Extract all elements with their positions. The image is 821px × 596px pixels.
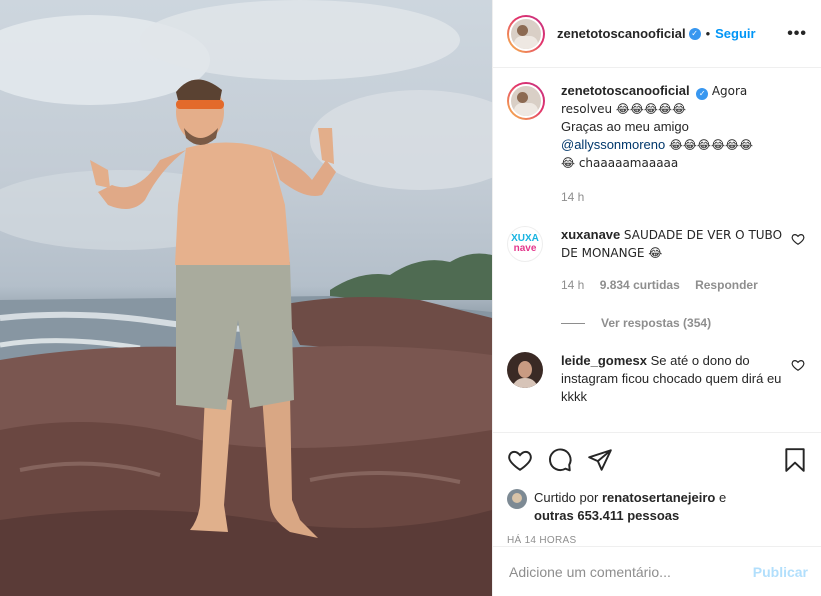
verified-icon: ✓ — [688, 27, 701, 40]
caption-time[interactable]: 14 h — [561, 190, 584, 204]
comment-time[interactable]: 14 h — [561, 278, 584, 292]
caption-mention[interactable]: @allyssonmoreno — [561, 137, 665, 152]
beach-photo — [0, 0, 492, 596]
caption-avatar[interactable] — [507, 82, 545, 120]
heart-icon[interactable] — [507, 447, 533, 473]
comments-section: zenetotoscanooficial ✓ Agora resolveu 😂😂… — [493, 68, 821, 428]
commenter-avatar[interactable]: XUXA nave — [507, 226, 543, 262]
comment-icon[interactable] — [547, 447, 573, 473]
liked-by-text: Curtido por renatosertanejeiro e outras … — [534, 489, 726, 525]
reply-button[interactable]: Responder — [695, 278, 758, 292]
avatar-logo-text-2: nave — [513, 243, 537, 254]
comment-item: leide_gomesx Se até o dono do instagram … — [507, 352, 807, 406]
caption: zenetotoscanooficial ✓ Agora resolveu 😂😂… — [507, 82, 807, 206]
caption-line-3: 😂😂😂😂😂😂 — [668, 138, 754, 152]
comment-meta: 14 h 9.834 curtidas Responder — [561, 276, 793, 294]
follow-button[interactable]: Seguir — [715, 26, 755, 41]
comment-username[interactable]: leide_gomesx — [561, 353, 647, 368]
caption-meta: 14 h — [561, 188, 793, 206]
share-icon[interactable] — [587, 447, 613, 473]
post-header: zenetotoscanooficial ✓ • Seguir ••• — [493, 0, 821, 68]
comment-input[interactable]: Adicione um comentário... — [509, 564, 671, 580]
comment-body: xuxanave SAUDADE DE VER O TUBO DE MONANG… — [561, 226, 793, 294]
comment-likes[interactable]: 9.834 curtidas — [600, 278, 680, 292]
caption-line-4: 😂 chaaaaamaaaaa — [561, 156, 679, 170]
post-photo[interactable] — [0, 0, 492, 596]
instagram-post: zenetotoscanooficial ✓ • Seguir ••• zene… — [0, 0, 821, 596]
comment-heart-icon[interactable] — [791, 358, 805, 372]
caption-username[interactable]: zenetotoscanooficial — [561, 83, 690, 98]
verified-icon: ✓ — [696, 88, 709, 100]
owner-avatar[interactable] — [507, 14, 545, 53]
comment-item: XUXA nave xuxanave SAUDADE DE VER O TUBO … — [507, 226, 807, 294]
header-separator: • — [705, 26, 711, 41]
owner-username[interactable]: zenetotoscanooficial — [557, 26, 686, 41]
view-replies-button[interactable]: Ver respostas (354) — [561, 316, 807, 330]
replies-divider — [561, 322, 585, 324]
liked-by-user[interactable]: renatosertanejeiro — [602, 490, 715, 505]
liked-by: Curtido por renatosertanejeiro e outras … — [507, 489, 808, 525]
comment-body: leide_gomesx Se até o dono do instagram … — [561, 352, 793, 406]
comment-username[interactable]: xuxanave — [561, 227, 620, 242]
more-icon[interactable]: ••• — [787, 25, 807, 43]
commenter-avatar[interactable] — [507, 352, 543, 388]
liked-by-others[interactable]: outras 653.411 pessoas — [534, 508, 679, 523]
post-timestamp[interactable]: HÁ 14 HORAS — [507, 535, 808, 546]
liker-avatar[interactable] — [507, 489, 527, 509]
view-replies-label: Ver respostas (354) — [601, 316, 712, 330]
liked-by-prefix: Curtido por — [534, 490, 599, 505]
post-side-panel: zenetotoscanooficial ✓ • Seguir ••• zene… — [492, 0, 821, 596]
liked-by-connector: e — [719, 490, 727, 505]
caption-line-2: Graças ao meu amigo — [561, 119, 689, 134]
publish-button[interactable]: Publicar — [753, 564, 808, 580]
action-icons — [507, 445, 808, 475]
caption-body: zenetotoscanooficial ✓ Agora resolveu 😂😂… — [561, 82, 793, 206]
save-icon[interactable] — [782, 447, 808, 473]
post-actions: Curtido por renatosertanejeiro e outras … — [493, 432, 821, 546]
add-comment-bar: Adicione um comentário... Publicar — [493, 546, 821, 596]
comment-heart-icon[interactable] — [791, 232, 805, 246]
